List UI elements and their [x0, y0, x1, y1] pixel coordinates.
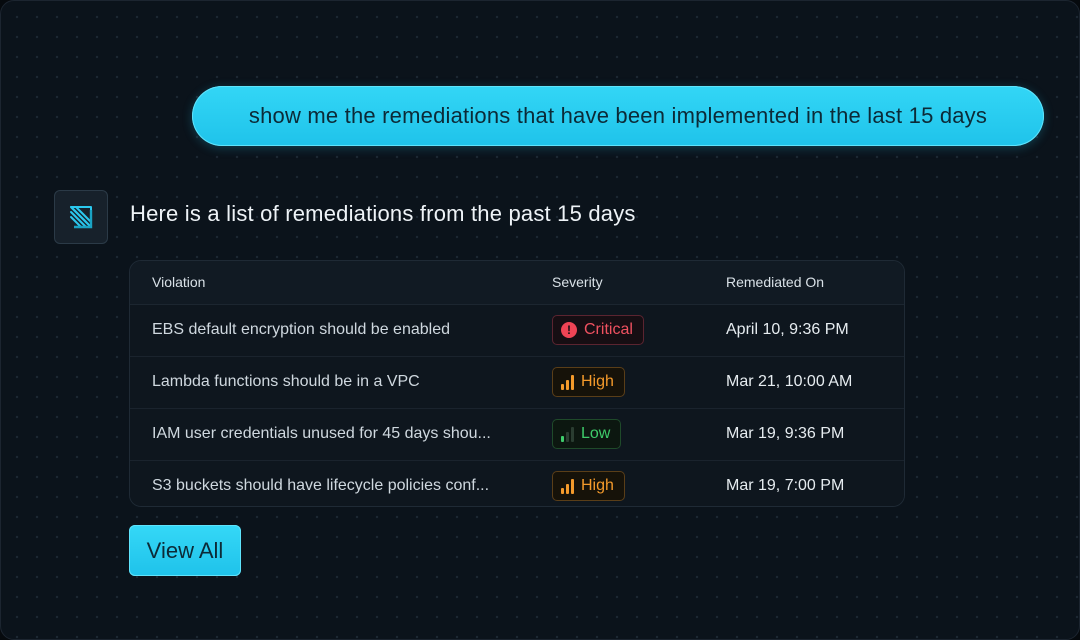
table-row[interactable]: Lambda functions should be in a VPC High… [130, 357, 904, 409]
table-row[interactable]: EBS default encryption should be enabled… [130, 305, 904, 357]
assistant-avatar [54, 190, 108, 244]
signal-high-icon [561, 478, 574, 494]
table-row[interactable]: S3 buckets should have lifecycle policie… [130, 461, 904, 506]
signal-high-icon [561, 374, 574, 390]
severity-badge: High [552, 471, 625, 501]
severity-label: High [581, 373, 614, 390]
remediations-table: Violation Severity Remediated On EBS def… [129, 260, 905, 507]
user-message-text: show me the remediations that have been … [248, 103, 988, 128]
severity-label: Low [581, 425, 611, 442]
alert-circle-icon: ! [561, 322, 577, 338]
severity-label: Critical [584, 321, 633, 338]
remediated-on-cell: Mar 21, 10:00 AM [726, 373, 853, 390]
column-header-violation: Violation [152, 274, 206, 290]
column-header-severity: Severity [552, 274, 603, 290]
table-header: Violation Severity Remediated On [130, 261, 904, 305]
severity-badge: High [552, 367, 625, 397]
stripes-logo-icon [70, 206, 93, 229]
view-all-label: View All [146, 537, 224, 563]
user-message-bubble: show me the remediations that have been … [192, 86, 1044, 146]
signal-low-icon [561, 426, 574, 442]
violation-cell: S3 buckets should have lifecycle policie… [152, 477, 490, 494]
severity-badge: ! Critical [552, 315, 644, 345]
remediated-on-cell: Mar 19, 7:00 PM [726, 477, 845, 494]
remediated-on-cell: Mar 19, 9:36 PM [726, 425, 845, 442]
severity-label: High [581, 477, 614, 494]
view-all-button[interactable]: View All [129, 525, 241, 576]
assistant-message: Here is a list of remediations from the … [130, 201, 636, 226]
severity-badge: Low [552, 419, 622, 449]
table-row[interactable]: IAM user credentials unused for 45 days … [130, 409, 904, 461]
violation-cell: Lambda functions should be in a VPC [152, 373, 420, 390]
chat-panel: show me the remediations that have been … [0, 0, 1080, 640]
violation-cell: IAM user credentials unused for 45 days … [152, 425, 491, 442]
remediated-on-cell: April 10, 9:36 PM [726, 321, 849, 338]
violation-cell: EBS default encryption should be enabled [152, 321, 450, 338]
column-header-remediated-on: Remediated On [726, 274, 825, 290]
